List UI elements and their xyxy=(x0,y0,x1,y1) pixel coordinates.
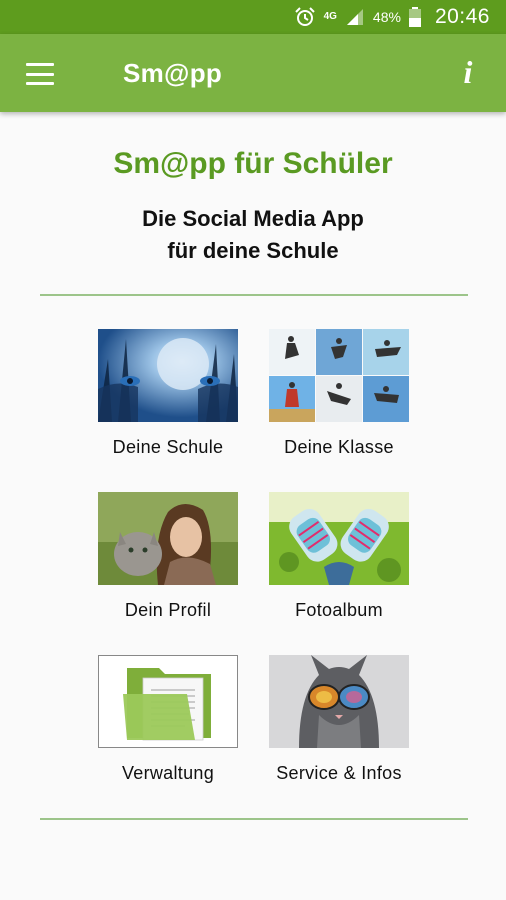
app-bar: Sm@pp i xyxy=(0,34,506,112)
tile-label: Deine Klasse xyxy=(284,437,394,457)
signal-icon xyxy=(345,7,365,27)
tile-fotoalbum[interactable]: Fotoalbum xyxy=(249,492,429,632)
status-bar: 4G 48% 20:46 xyxy=(0,0,506,34)
tile-label: Service & Infos xyxy=(276,763,402,783)
photo-album-image xyxy=(269,492,409,585)
info-icon[interactable]: i xyxy=(452,52,484,92)
folder-icon xyxy=(98,655,238,748)
school-image xyxy=(98,329,238,422)
app-title: Sm@pp xyxy=(123,58,223,88)
network-type: 4G xyxy=(323,11,337,22)
subtitle-line-2: für deine Schule xyxy=(167,238,339,263)
alarm-icon xyxy=(294,6,316,28)
hamburger-menu-icon[interactable] xyxy=(20,58,60,90)
page-title: Sm@pp für Schüler xyxy=(113,147,393,180)
class-image xyxy=(269,329,409,422)
page-subtitle: Die Social Media App für deine Schule xyxy=(0,203,506,267)
tile-label: Verwaltung xyxy=(121,763,215,783)
battery-icon xyxy=(408,7,421,27)
profile-image xyxy=(98,492,238,585)
clock: 20:46 xyxy=(434,5,490,28)
tile-deine-klasse[interactable]: Deine Klasse xyxy=(249,329,429,469)
tile-dein-profil[interactable]: Dein Profil xyxy=(78,492,258,632)
tile-label: Fotoalbum xyxy=(295,600,383,620)
tile-label: Deine Schule xyxy=(112,437,224,457)
divider xyxy=(40,818,468,820)
divider xyxy=(40,294,468,296)
tile-service-infos[interactable]: Service & Infos xyxy=(249,655,429,795)
tile-verwaltung[interactable]: Verwaltung xyxy=(78,655,258,795)
tile-label: Dein Profil xyxy=(124,600,212,620)
subtitle-line-1: Die Social Media App xyxy=(142,206,364,231)
battery-percentage: 48% xyxy=(372,9,401,25)
tile-deine-schule[interactable]: Deine Schule xyxy=(78,329,258,469)
service-image xyxy=(269,655,409,748)
